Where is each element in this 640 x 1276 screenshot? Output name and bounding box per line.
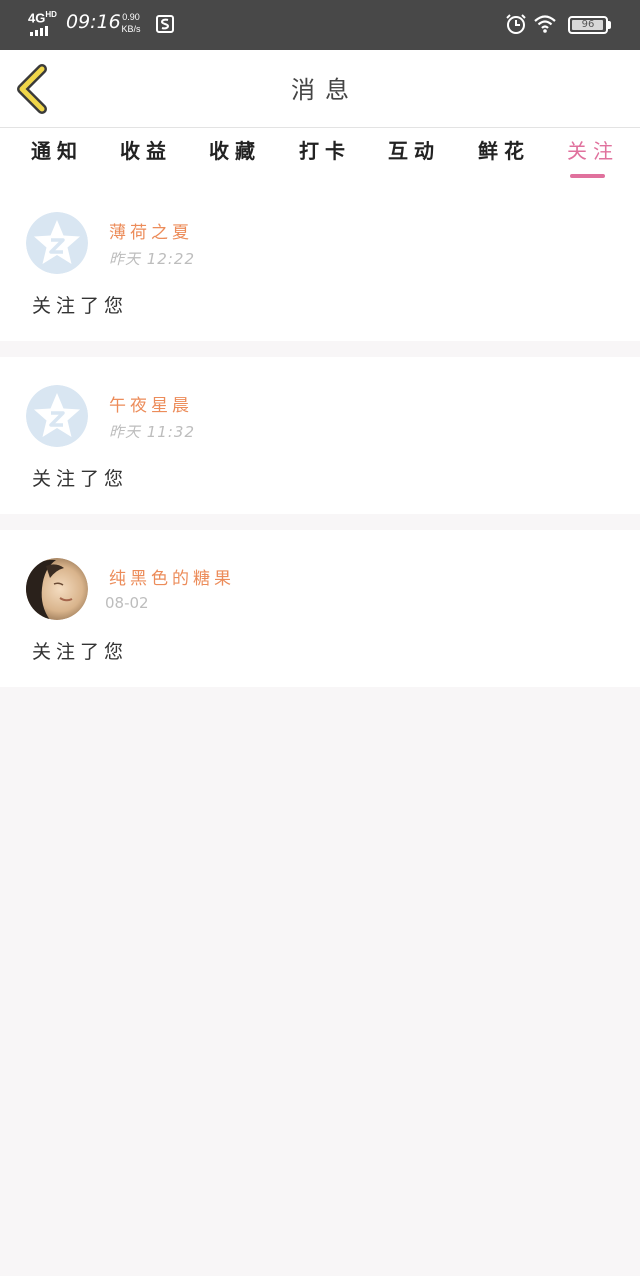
page-title: 消息	[291, 76, 359, 104]
avatar[interactable]	[26, 212, 88, 274]
feed-item[interactable]: 午夜星晨 昨天 11:32 关注了您	[0, 357, 640, 514]
battery-icon: 96	[568, 16, 608, 34]
tab-earnings[interactable]: 收益	[98, 136, 188, 180]
tab-interactions[interactable]: 互动	[366, 136, 456, 180]
active-tab-indicator	[570, 174, 605, 178]
timestamp: 昨天 11:32	[109, 423, 195, 441]
timestamp: 昨天 12:22	[109, 250, 195, 268]
battery-percent: 96	[581, 19, 595, 30]
status-bar: 4GHD 09:16 0.90 KB/s 96	[0, 0, 640, 50]
screenshot-app-icon	[156, 15, 174, 33]
avatar[interactable]	[26, 558, 88, 620]
message-text: 关注了您	[32, 295, 129, 317]
tab-favorites[interactable]: 收藏	[187, 136, 277, 180]
tab-notifications[interactable]: 通知	[9, 136, 99, 180]
feed-item[interactable]: 纯黑色的糖果 08-02 关注了您	[0, 530, 640, 687]
network-speed: 0.90 KB/s	[119, 11, 143, 35]
tab-bar: 通知 收益 收藏 打卡 互动 鲜花 关注	[0, 128, 640, 184]
photo-avatar-icon	[26, 558, 88, 620]
tab-flowers[interactable]: 鲜花	[456, 136, 546, 180]
alarm-icon	[505, 13, 527, 35]
username[interactable]: 薄荷之夏	[109, 218, 193, 243]
avatar[interactable]	[26, 385, 88, 447]
network-speed-value: 0.90	[122, 12, 140, 22]
network-speed-unit: KB/s	[121, 24, 141, 34]
wifi-icon	[534, 14, 556, 34]
tab-checkin[interactable]: 打卡	[277, 136, 367, 180]
username[interactable]: 纯黑色的糖果	[109, 564, 235, 589]
status-time: 09:16	[66, 11, 121, 33]
network-type-label: 4GHD	[28, 10, 57, 26]
message-text: 关注了您	[32, 641, 129, 663]
timestamp: 08-02	[105, 594, 149, 612]
signal-bars-icon	[30, 26, 48, 36]
battery-tip	[608, 21, 611, 29]
feed-item[interactable]: 薄荷之夏 昨天 12:22 关注了您	[0, 184, 640, 341]
default-avatar-icon	[26, 385, 88, 447]
message-text: 关注了您	[32, 468, 129, 490]
username[interactable]: 午夜星晨	[109, 391, 193, 416]
nav-header: 消息	[0, 50, 640, 128]
signal-indicator: 4GHD	[28, 10, 62, 36]
default-avatar-icon	[26, 212, 88, 274]
